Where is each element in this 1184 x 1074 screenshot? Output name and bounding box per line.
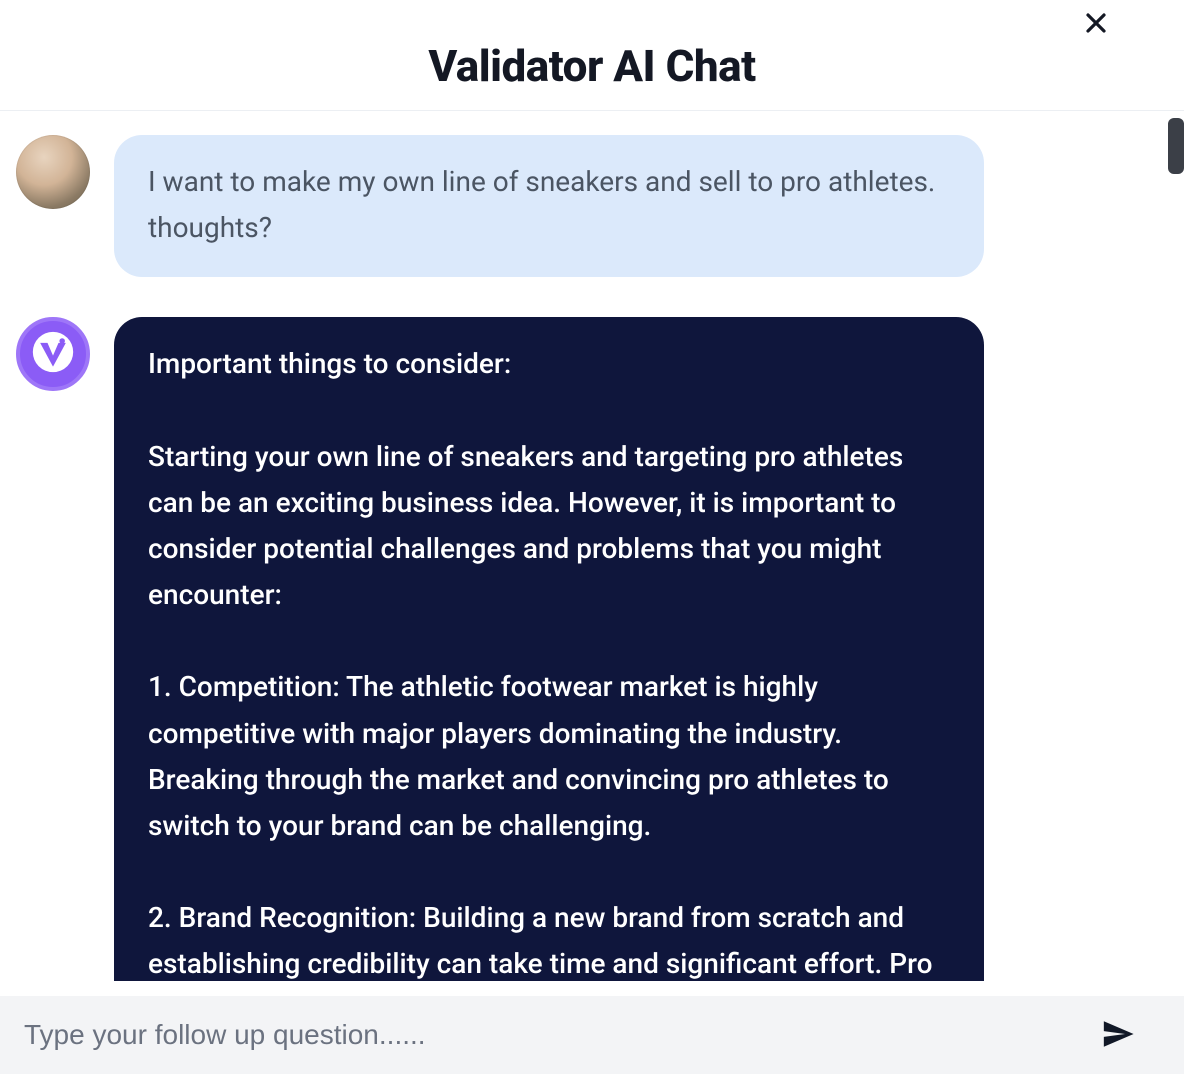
scrollbar-thumb[interactable] [1168,118,1184,174]
message-input[interactable] [24,1019,1076,1051]
close-button[interactable] [1078,6,1114,42]
chat-header: Validator AI Chat [0,0,1184,111]
message-input-bar [0,996,1184,1074]
bot-message-bubble: Important things to consider: Starting y… [114,317,984,981]
user-message-text: I want to make my own line of sneakers a… [148,165,935,244]
bot-heading: Important things to consider: [148,341,950,387]
user-message-bubble: I want to make my own line of sneakers a… [114,135,984,277]
validator-logo-icon [31,330,75,378]
message-row-user: I want to make my own line of sneakers a… [16,135,1124,277]
page-title: Validator AI Chat [20,40,1164,92]
bot-paragraph-1: 1. Competition: The athletic footwear ma… [148,664,950,849]
bot-paragraph-2: 2. Brand Recognition: Building a new bra… [148,895,950,981]
bot-paragraph-intro: Starting your own line of sneakers and t… [148,434,950,619]
bot-avatar [16,317,90,391]
send-button[interactable] [1096,1013,1140,1057]
user-avatar [16,135,90,209]
chat-scroll-area[interactable]: I want to make my own line of sneakers a… [0,111,1184,981]
close-icon [1084,11,1108,38]
message-row-bot: Important things to consider: Starting y… [16,317,1124,981]
paper-plane-icon [1101,1017,1135,1054]
